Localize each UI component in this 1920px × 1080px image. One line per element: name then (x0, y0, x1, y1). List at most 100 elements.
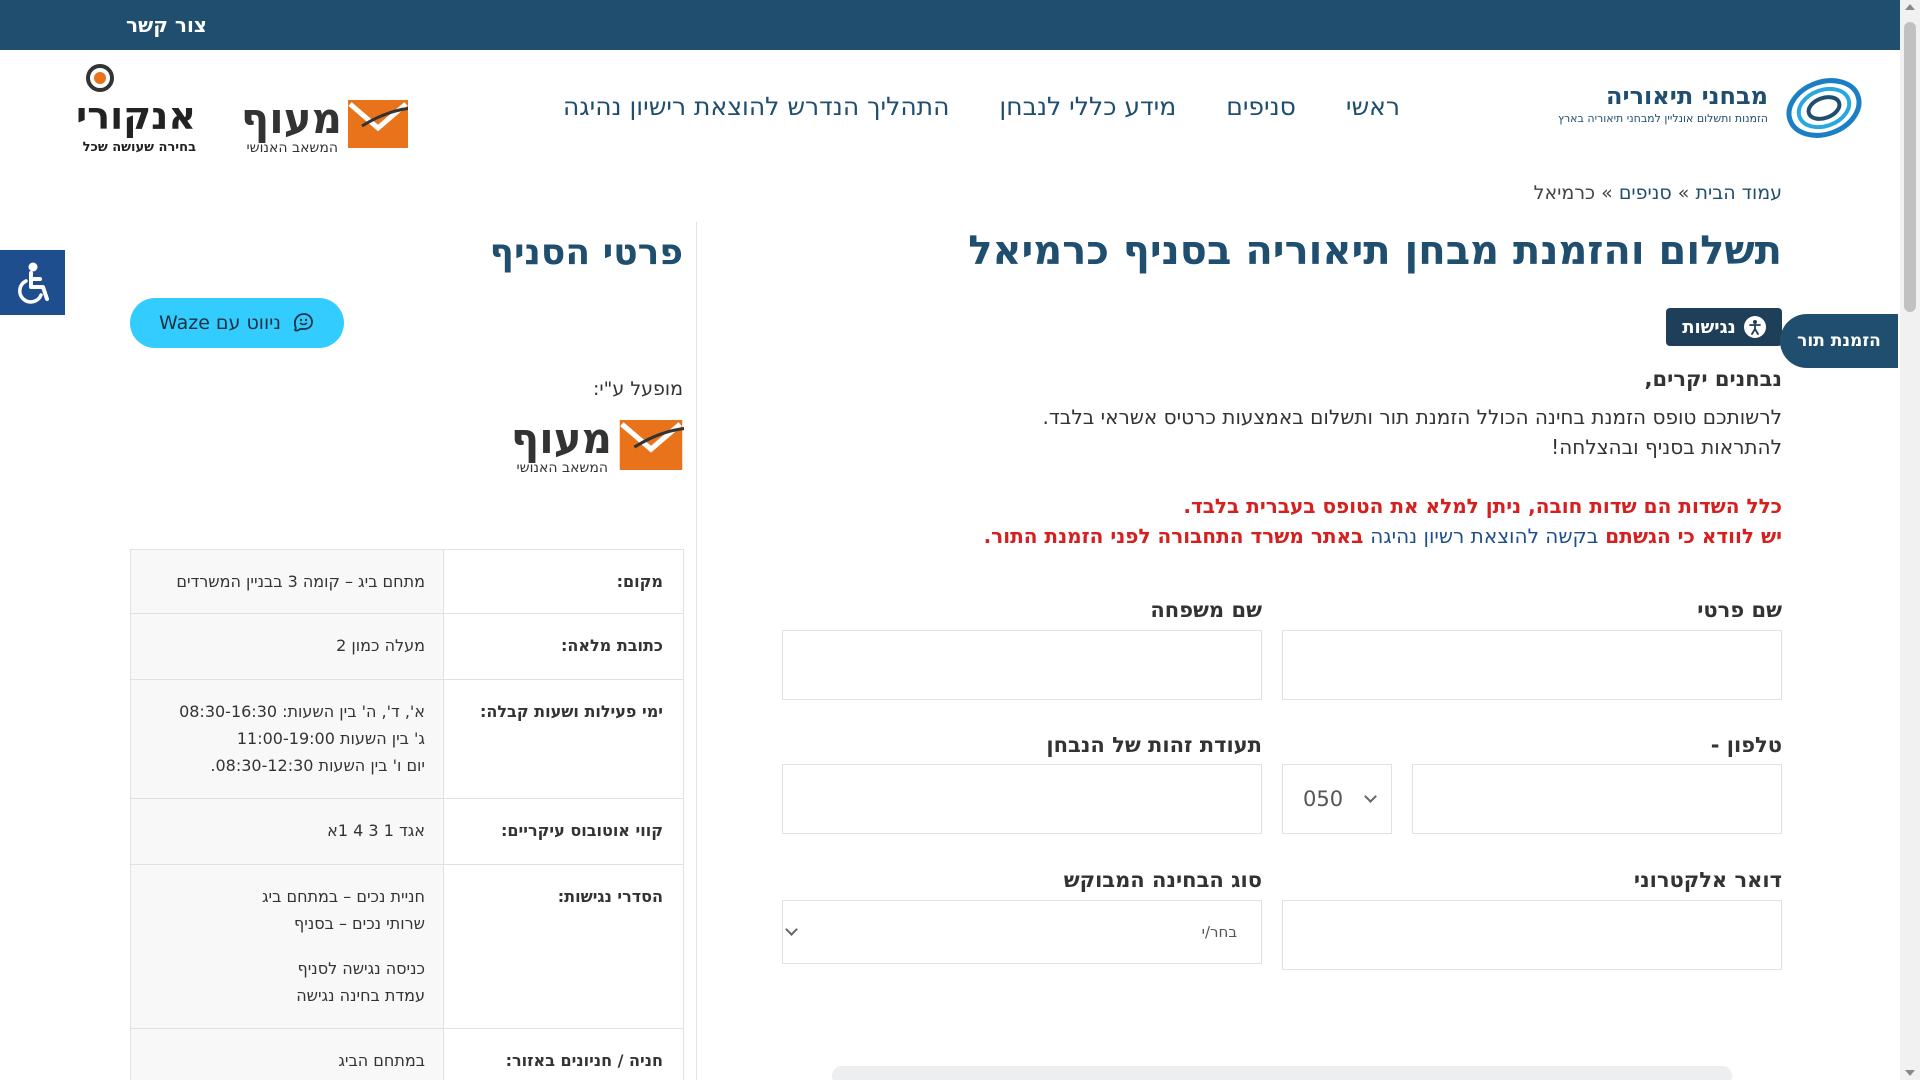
warning-required-fields: כלל השדות הם שדות חובה, ניתן למלא את הטו… (1183, 494, 1782, 518)
chevron-down-icon (785, 923, 798, 936)
nav-item-general-info[interactable]: מידע כללי לנבחן (999, 92, 1176, 128)
accessibility-side-button[interactable] (0, 250, 65, 315)
detail-value: במתחם הביג (130, 1028, 444, 1080)
waze-icon (293, 313, 313, 332)
detail-key: הסדרי נגישות: (443, 864, 684, 1029)
partner-logos: מעוף המשאב האנושי אנקורי בחירה שעושה שכל (66, 64, 408, 164)
phone-label: טלפון - (1710, 733, 1782, 757)
detail-value: מתחם ביג – קומה 3 בבניין המשרדים (130, 549, 444, 614)
nav-item-home[interactable]: ראשי (1346, 92, 1400, 128)
email-label: דואר אלקטרוני (1633, 868, 1782, 892)
accessibility-button[interactable]: נגישות (1666, 308, 1782, 346)
detail-key: חניה / חניונים באזור: (443, 1028, 684, 1080)
detail-value: חניית נכים – במתחם ביג שרותי נכים – בסני… (130, 864, 444, 1029)
site-tagline: הזמנות ותשלום אונליין למבחני תיאוריה באר… (1558, 112, 1768, 125)
detail-value: א', ד', ה' בין השעות: 08:30-16:30 ג' בין… (130, 679, 444, 799)
exam-type-select[interactable]: בחר/י (782, 900, 1262, 964)
envelope-logo-icon (348, 100, 408, 148)
ankori-sub: בחירה שעושה שכל (82, 140, 196, 155)
detail-key: קווי אוטובוס עיקריים: (443, 798, 684, 865)
swirl-logo-icon (1786, 78, 1862, 138)
detail-line: אגד 1 3 4 1א (327, 821, 425, 840)
warning-part-a: יש לוודא כי הגשתם (1598, 524, 1782, 548)
maof-word: מעוף (240, 94, 342, 143)
page-title: תשלום והזמנת מבחן תיאוריה בסניף כרמיאל (968, 228, 1782, 274)
detail-line: יום ו' בין השעות 08:30-12:30. (210, 756, 425, 775)
detail-line: א', ד', ה' בין השעות: 08:30-16:30 (179, 702, 425, 721)
table-row: כתובת מלאה: מעלה כמון 2 (130, 613, 684, 680)
waze-navigation-button[interactable]: ניווט עם Waze (130, 298, 344, 348)
detail-line: מתחם ביג – קומה 3 בבניין המשרדים (176, 572, 425, 591)
top-bar: צור קשר (0, 0, 1900, 50)
ankori-dot-icon (86, 64, 114, 92)
detail-key: כתובת מלאה: (443, 613, 684, 680)
email-input[interactable] (1282, 900, 1782, 970)
phone-prefix-value: 050 (1303, 787, 1344, 811)
branch-details-title: פרטי הסניף (489, 232, 683, 273)
license-request-link[interactable]: בקשה להוצאת רשיון נהיגה (1370, 524, 1598, 548)
detail-key: ימי פעילות ושעות קבלה: (443, 679, 684, 799)
contact-link[interactable]: צור קשר (126, 13, 207, 37)
branch-details-table: מקום: מתחם ביג – קומה 3 בבניין המשרדים כ… (130, 549, 684, 1080)
ankori-logo: אנקורי בחירה שעושה שכל (66, 64, 196, 164)
breadcrumb-current: כרמיאל (1533, 182, 1596, 204)
main-nav: ראשי סניפים מידע כללי לנבחן התהליך הנדרש… (560, 92, 1400, 128)
detail-gap (131, 937, 425, 955)
chevron-down-icon (1364, 790, 1377, 803)
scroll-down-icon[interactable] (1905, 1070, 1915, 1076)
maof-sub: המשאב האנושי (516, 460, 608, 476)
site-header: מבחני תיאוריה הזמנות ותשלום אונליין למבח… (0, 50, 1900, 170)
breadcrumb-branches[interactable]: סניפים (1619, 182, 1672, 204)
accessibility-label: נגישות (1682, 316, 1736, 338)
last-name-label: שם משפחה (1150, 598, 1262, 622)
phone-input[interactable] (1412, 764, 1782, 834)
breadcrumb-sep: » (1677, 182, 1690, 204)
intro-greeting: נבחנים יקרים, (1644, 367, 1782, 391)
detail-key: מקום: (443, 549, 684, 614)
page-scrollbar[interactable] (1900, 0, 1920, 1080)
id-number-input[interactable] (782, 764, 1262, 834)
site-logo[interactable]: מבחני תיאוריה הזמנות ותשלום אונליין למבח… (1524, 72, 1864, 142)
scrollbar-thumb[interactable] (1904, 22, 1916, 312)
operated-by-label: מופעל ע"י: (593, 378, 683, 400)
waze-label: ניווט עם Waze (159, 312, 282, 334)
detail-value: אגד 1 3 4 1א (130, 798, 444, 865)
breadcrumb-home[interactable]: עמוד הבית (1695, 182, 1782, 204)
site-name: מבחני תיאוריה (1606, 82, 1768, 110)
table-row: קווי אוטובוס עיקריים: אגד 1 3 4 1א (130, 798, 684, 865)
wheelchair-icon (17, 262, 49, 304)
maof-word: מעוף (510, 414, 612, 463)
detail-line: שרותי נכים – בסניף (294, 914, 425, 933)
nav-item-branches[interactable]: סניפים (1226, 92, 1296, 128)
intro-text: נבחנים יקרים, לרשותכם טופס הזמנת בחינה ה… (942, 364, 1783, 462)
column-divider (696, 222, 697, 1080)
table-row: מקום: מתחם ביג – קומה 3 בבניין המשרדים (130, 549, 684, 614)
detail-line: חניית נכים – במתחם ביג (261, 887, 425, 906)
detail-line: עמדת בחינה נגישה (296, 986, 425, 1005)
detail-value: מעלה כמון 2 (130, 613, 444, 680)
detail-line: ג' בין השעות 11:00-19:00 (236, 729, 425, 748)
warning-part-b: באתר משרד התחבורה לפני הזמנת התור. (983, 524, 1371, 548)
intro-line-2: להתראות בסניף ובהצלחה! (1551, 435, 1782, 459)
last-name-input[interactable] (782, 630, 1262, 700)
first-name-input[interactable] (1282, 630, 1782, 700)
scroll-up-icon[interactable] (1905, 4, 1915, 10)
nav-item-license-process[interactable]: התהליך הנדרש להוצאת רישיון נהיגה (563, 92, 949, 128)
warning-license-request: יש לוודא כי הגשתם בקשה להוצאת רשיון נהיג… (984, 524, 1782, 548)
accessibility-person-icon (1743, 316, 1766, 338)
breadcrumb: עמוד הבית » סניפים » כרמיאל (1534, 182, 1782, 204)
detail-line: כניסה נגישה לסניף (297, 959, 425, 978)
phone-prefix-select[interactable]: 050 (1282, 764, 1392, 834)
envelope-logo-icon (619, 420, 684, 470)
detail-line: מעלה כמון 2 (336, 636, 425, 655)
table-row: הסדרי נגישות: חניית נכים – במתחם ביג שרו… (130, 864, 684, 1029)
maof-logo: מעוף המשאב האנושי (208, 94, 408, 160)
intro-line-1: לרשותכם טופס הזמנת בחינה הכולל הזמנת תור… (1042, 405, 1783, 429)
ankori-word: אנקורי (76, 94, 196, 138)
detail-line: במתחם הביג (338, 1051, 425, 1070)
form-bottom-panel (832, 1066, 1732, 1080)
maof-sub: המשאב האנושי (246, 140, 338, 156)
table-row: ימי פעילות ושעות קבלה: א', ד', ה' בין הש… (130, 679, 684, 799)
operator-maof-logo: מעוף המשאב האנושי (492, 414, 684, 478)
book-appointment-tab[interactable]: הזמנת תור (1780, 314, 1898, 368)
